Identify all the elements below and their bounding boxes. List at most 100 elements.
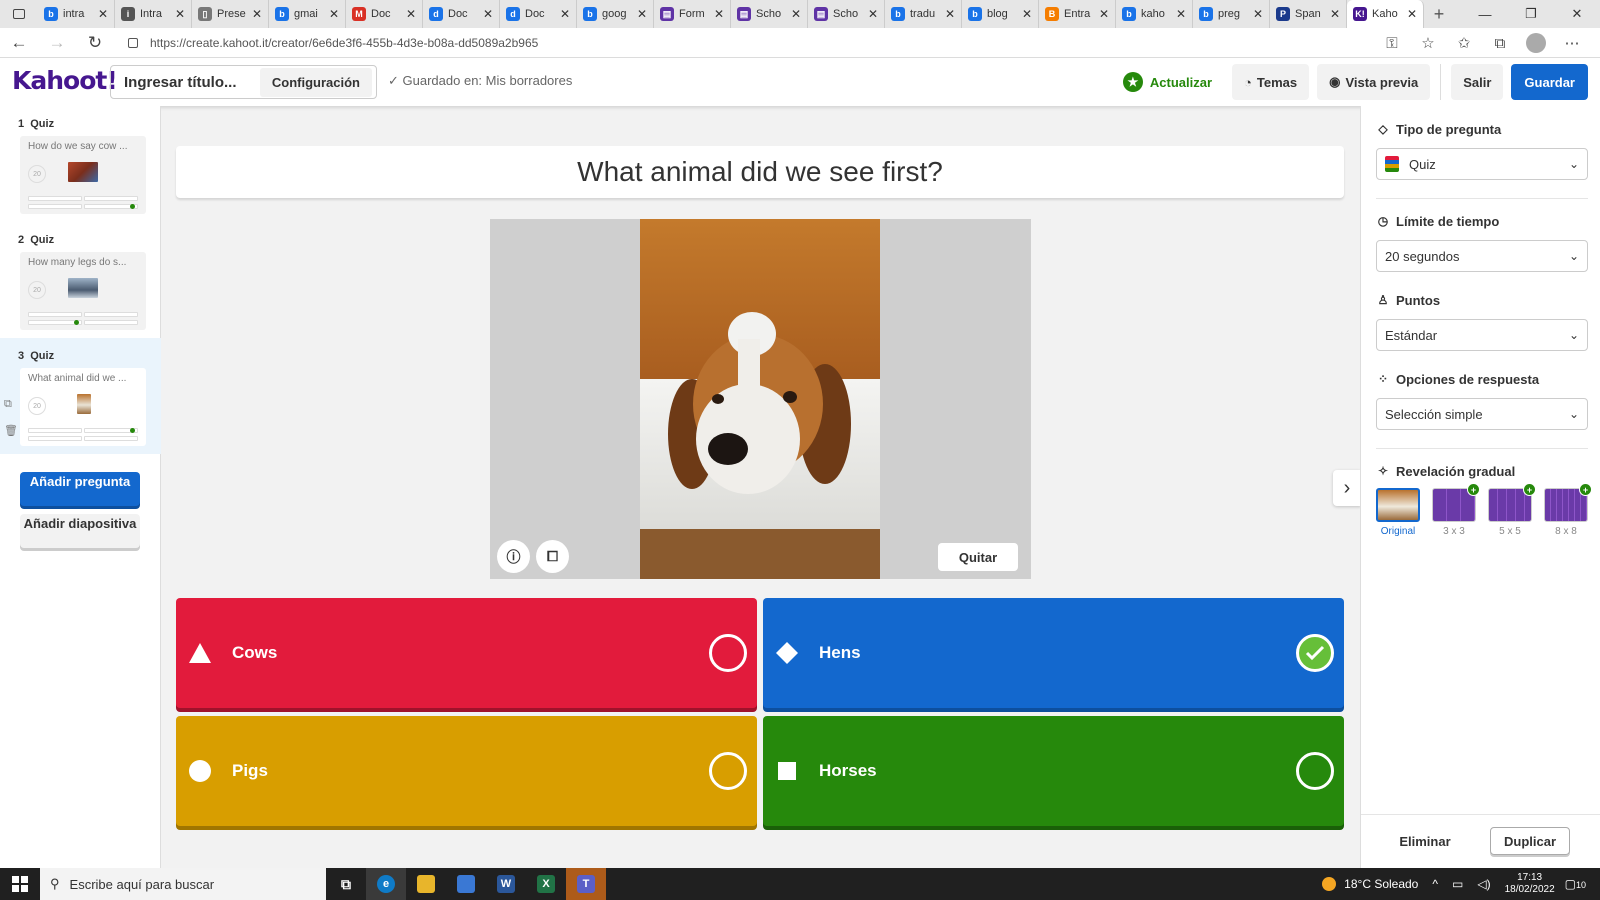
close-tab-icon[interactable]: ✕ <box>945 7 955 21</box>
answer-2[interactable]: Hens <box>763 598 1344 708</box>
close-window-icon[interactable]: ✕ <box>1554 0 1600 28</box>
question-type-select[interactable]: Quiz ⌄ <box>1376 148 1588 180</box>
close-tab-icon[interactable]: ✕ <box>560 7 570 21</box>
browser-tab[interactable]: b preg ✕ <box>1193 0 1270 28</box>
browser-tab[interactable]: b intra ✕ <box>38 0 115 28</box>
close-tab-icon[interactable]: ✕ <box>483 7 493 21</box>
duplicate-button[interactable]: Duplicar <box>1490 827 1570 855</box>
info-icon[interactable]: ⓘ <box>497 540 530 573</box>
reveal-option-original[interactable]: Original <box>1376 488 1420 537</box>
task-view-icon[interactable]: ⧉ <box>326 868 366 900</box>
duplicate-slide-icon[interactable]: ⧉ <box>4 398 12 411</box>
settings-button[interactable]: Configuración <box>259 67 372 97</box>
browser-tab[interactable]: ▤ Form ✕ <box>654 0 731 28</box>
weather-sun-icon[interactable] <box>1322 877 1337 891</box>
browser-tab[interactable]: b gmai ✕ <box>269 0 346 28</box>
taskbar-search[interactable]: ⚲ Escribe aquí para buscar <box>40 868 326 900</box>
close-tab-icon[interactable]: ✕ <box>791 7 801 21</box>
close-tab-icon[interactable]: ✕ <box>329 7 339 21</box>
add-question-button[interactable]: Añadir pregunta <box>20 472 140 506</box>
slide-thumbnail[interactable]: How do we say cow ... 20 <box>20 136 146 214</box>
windows-start-icon[interactable] <box>0 868 40 900</box>
delete-button[interactable]: Eliminar <box>1385 827 1465 855</box>
browser-tab[interactable]: b blog ✕ <box>962 0 1039 28</box>
upgrade-button[interactable]: ★ Actualizar <box>1111 64 1224 100</box>
back-icon[interactable]: ← <box>0 28 38 58</box>
correct-toggle[interactable] <box>709 634 747 672</box>
forward-icon[interactable]: → <box>38 28 76 58</box>
excel-icon[interactable]: X <box>526 868 566 900</box>
teams-icon[interactable]: T <box>566 868 606 900</box>
chevron-right-icon[interactable]: › <box>1333 470 1361 506</box>
reveal-option-8x8[interactable]: 8 x 8 + <box>1544 483 1592 537</box>
browser-tab[interactable]: M Doc ✕ <box>346 0 423 28</box>
browser-tab[interactable]: ▤ Scho ✕ <box>731 0 808 28</box>
question-title-input[interactable]: What animal did we see first? <box>176 146 1344 198</box>
close-tab-icon[interactable]: ✕ <box>714 7 724 21</box>
browser-tab[interactable]: P Span ✕ <box>1270 0 1347 28</box>
crop-icon[interactable]: ⧠ <box>536 540 569 573</box>
themes-button[interactable]: ◔ Temas <box>1232 64 1310 100</box>
close-tab-icon[interactable]: ✕ <box>868 7 878 21</box>
answer-4[interactable]: Horses <box>763 716 1344 826</box>
reveal-option-5x5[interactable]: 5 x 5 + <box>1488 483 1536 537</box>
reveal-option-3x3[interactable]: 3 x 3 + <box>1432 483 1480 537</box>
browser-tab[interactable]: B Entra ✕ <box>1039 0 1116 28</box>
browser-tab[interactable]: ▯ Prese ✕ <box>192 0 269 28</box>
title-input[interactable]: Ingresar título... <box>124 74 260 91</box>
answer-label[interactable]: Pigs <box>232 761 709 781</box>
minimize-icon[interactable]: — <box>1462 0 1508 28</box>
close-tab-icon[interactable]: ✕ <box>1176 7 1186 21</box>
close-tab-icon[interactable]: ✕ <box>1253 7 1263 21</box>
save-button[interactable]: Guardar <box>1511 64 1588 100</box>
favorites-icon[interactable]: ✩ <box>1446 34 1482 52</box>
reload-icon[interactable]: ↻ <box>76 28 114 58</box>
weather-text[interactable]: 18°C Soleado <box>1344 877 1418 891</box>
clock[interactable]: 17:13 18/02/2022 <box>1505 872 1555 896</box>
delete-slide-icon[interactable]: 🗑 <box>4 424 18 437</box>
profile-avatar[interactable] <box>1526 33 1546 53</box>
correct-toggle[interactable] <box>1296 752 1334 790</box>
close-tab-icon[interactable]: ✕ <box>98 7 108 21</box>
tab-actions-icon[interactable] <box>0 0 38 28</box>
browser-tab[interactable]: K! Kaho ✕ <box>1347 0 1424 28</box>
remove-media-button[interactable]: Quitar <box>938 543 1018 571</box>
restore-icon[interactable]: ❐ <box>1508 0 1554 28</box>
exit-button[interactable]: Salir <box>1451 64 1504 100</box>
notifications-icon[interactable]: ▢10 <box>1565 877 1586 891</box>
answer-label[interactable]: Horses <box>819 761 1296 781</box>
network-icon[interactable]: ▭ <box>1452 877 1463 891</box>
time-limit-select[interactable]: 20 segundos ⌄ <box>1376 240 1588 272</box>
browser-tab[interactable]: d Doc ✕ <box>500 0 577 28</box>
volume-icon[interactable]: ◁) <box>1477 877 1490 891</box>
slide-thumbnail[interactable]: How many legs do s... 20 <box>20 252 146 330</box>
lock-icon[interactable] <box>128 38 138 48</box>
kahoot-logo[interactable]: Kahoot! <box>12 66 118 95</box>
browser-tab[interactable]: d Doc ✕ <box>423 0 500 28</box>
close-tab-icon[interactable]: ✕ <box>1330 7 1340 21</box>
close-tab-icon[interactable]: ✕ <box>1099 7 1109 21</box>
points-select[interactable]: Estándar ⌄ <box>1376 319 1588 351</box>
close-tab-icon[interactable]: ✕ <box>175 7 185 21</box>
browser-tab[interactable]: b goog ✕ <box>577 0 654 28</box>
more-options-icon[interactable]: ⋯ <box>1554 34 1590 52</box>
slide-item-3[interactable]: 3 Quiz What animal did we ... 20 ⧉ 🗑 <box>0 338 161 454</box>
browser-tab[interactable]: b kaho ✕ <box>1116 0 1193 28</box>
preview-button[interactable]: ◉ Vista previa <box>1317 64 1431 100</box>
answer-3[interactable]: Pigs <box>176 716 757 826</box>
answer-label[interactable]: Cows <box>232 643 709 663</box>
add-favorite-icon[interactable]: ☆ <box>1410 34 1446 52</box>
slide-item-2[interactable]: 2 Quiz How many legs do s... 20 <box>0 222 161 338</box>
close-tab-icon[interactable]: ✕ <box>1407 7 1417 21</box>
close-tab-icon[interactable]: ✕ <box>252 7 262 21</box>
word-icon[interactable]: W <box>486 868 526 900</box>
slide-item-1[interactable]: 1 Quiz How do we say cow ... 20 <box>0 106 161 222</box>
answer-options-select[interactable]: Selección simple ⌄ <box>1376 398 1588 430</box>
chevron-up-icon[interactable]: ^ <box>1432 877 1438 891</box>
store-icon[interactable] <box>446 868 486 900</box>
browser-tab[interactable]: ▤ Scho ✕ <box>808 0 885 28</box>
add-slide-button[interactable]: Añadir diapositiva <box>20 514 140 548</box>
browser-tab[interactable]: b tradu ✕ <box>885 0 962 28</box>
browser-tab[interactable]: i Intra ✕ <box>115 0 192 28</box>
correct-toggle[interactable] <box>1296 634 1334 672</box>
